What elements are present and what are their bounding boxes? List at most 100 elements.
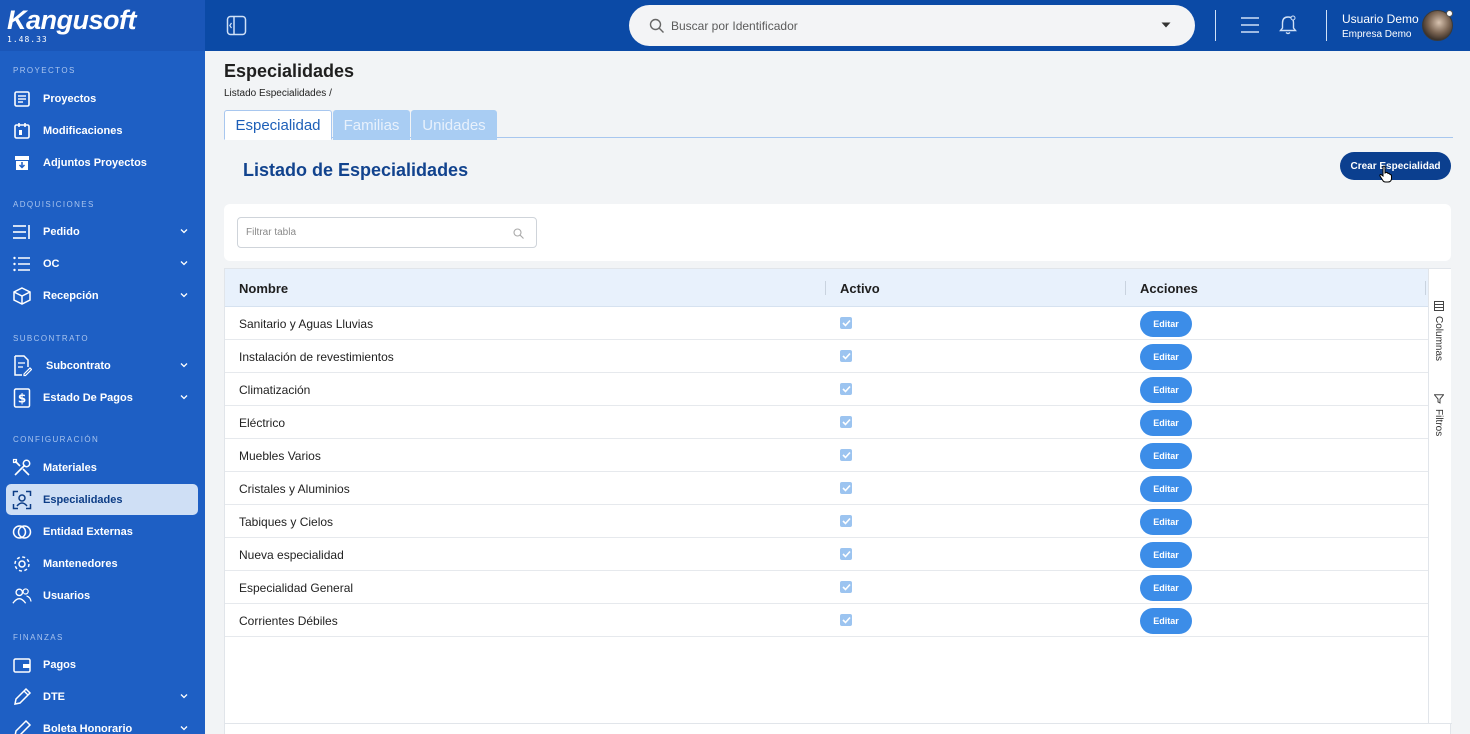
create-especialidad-button[interactable]: Crear Especialidad (1340, 152, 1451, 180)
active-checkbox[interactable] (840, 515, 852, 527)
edit-button[interactable]: Editar (1140, 542, 1192, 568)
sidebar-item-boleta-honorario[interactable]: Boleta Honorario (6, 713, 198, 734)
edit-button[interactable]: Editar (1140, 344, 1192, 370)
sidebar-toggle-icon[interactable] (226, 15, 247, 41)
sidebar-item-label: Estado De Pagos (43, 391, 133, 404)
filters-label: Filtros (1433, 409, 1444, 437)
column-header-acciones[interactable]: Acciones (1140, 281, 1198, 296)
sidebar-item-label: Adjuntos Proyectos (43, 156, 147, 169)
sidebar-item-subcontrato[interactable]: Subcontrato (6, 350, 198, 381)
active-checkbox[interactable] (840, 614, 852, 626)
sidebar-item-mantenedores[interactable]: Mantenedores (6, 548, 198, 579)
check-icon (841, 451, 851, 459)
sidebar-item-dte[interactable]: DTE (6, 681, 198, 712)
box-icon (12, 286, 32, 306)
cell-nombre: Especialidad General (239, 581, 354, 595)
sidebar-item-entidad-externas[interactable]: Entidad Externas (6, 516, 198, 547)
breadcrumb[interactable]: Listado Especialidades / (224, 88, 332, 99)
list-title: Listado de Especialidades (243, 160, 469, 180)
tab-especialidad[interactable]: Especialidad (224, 110, 332, 140)
edit-button[interactable]: Editar (1140, 311, 1192, 337)
columns-label: Columnas (1433, 316, 1444, 362)
table-row: Corrientes Débiles Editar (225, 604, 1428, 637)
sidebar-item-especialidades[interactable]: Especialidades (6, 484, 198, 515)
active-checkbox[interactable] (840, 482, 852, 494)
edit-button[interactable]: Editar (1140, 476, 1192, 502)
column-separator[interactable] (1425, 281, 1426, 295)
sidebar-item-label: Mantenedores (43, 557, 118, 570)
sidebar-item-materiales[interactable]: Materiales (6, 452, 198, 483)
check-icon (841, 385, 851, 393)
cell-nombre: Sanitario y Aguas Lluvias (239, 317, 374, 331)
sidebar-item-label: Subcontrato (46, 359, 111, 372)
sidebar-item-modificaciones[interactable]: Modificaciones (6, 115, 198, 146)
sidebar-item-estado-de-pagos[interactable]: $ Estado De Pagos (6, 382, 198, 413)
column-separator[interactable] (825, 281, 826, 295)
section-title-adquisiciones: ADQUISICIONES (13, 200, 95, 209)
pencil-icon (12, 687, 32, 707)
cell-nombre: Nueva especialidad (239, 548, 344, 562)
section-title-finanzas: FINANZAS (13, 633, 64, 642)
cell-nombre: Muebles Varios (239, 449, 321, 463)
sidebar-item-pedido[interactable]: Pedido (6, 216, 198, 247)
search-input[interactable]: Buscar por Identificador (629, 5, 1195, 46)
edit-button[interactable]: Editar (1140, 608, 1192, 634)
sidebar-item-adjuntos-proyectos[interactable]: Adjuntos Proyectos (6, 147, 198, 178)
archive-download-icon (12, 153, 32, 173)
active-checkbox[interactable] (840, 416, 852, 428)
column-separator[interactable] (1125, 281, 1126, 295)
sidebar-item-label: Recepción (43, 289, 99, 302)
sidebar-item-label: DTE (43, 690, 65, 703)
sidebar-item-usuarios[interactable]: Usuarios (6, 580, 198, 611)
cell-nombre: Cristales y Aluminios (239, 482, 350, 496)
section-title-proyectos: PROYECTOS (13, 66, 76, 75)
active-checkbox[interactable] (840, 581, 852, 593)
column-header-activo[interactable]: Activo (840, 281, 880, 296)
caret-down-icon[interactable] (1161, 22, 1171, 29)
active-checkbox[interactable] (840, 548, 852, 560)
filters-tool[interactable]: Filtros (1433, 394, 1444, 436)
check-icon (841, 319, 851, 327)
calendar-edit-icon (12, 121, 32, 141)
sidebar-item-proyectos[interactable]: Proyectos (6, 83, 198, 114)
bell-icon[interactable] (1279, 15, 1297, 40)
sidebar-item-recepcion[interactable]: Recepción (6, 280, 198, 311)
edit-button[interactable]: Editar (1140, 377, 1192, 403)
table-row: Tabiques y Cielos Editar (225, 505, 1428, 538)
filter-placeholder: Filtrar tabla (246, 227, 297, 238)
table-header: Nombre Activo Acciones (225, 269, 1428, 307)
active-checkbox[interactable] (840, 350, 852, 362)
sidebar-item-label: Proyectos (43, 92, 97, 105)
grid-side-panel: Columnas Filtros (1428, 269, 1451, 723)
active-checkbox[interactable] (840, 317, 852, 329)
table-row: Instalación de revestimientos Editar (225, 340, 1428, 373)
edit-button[interactable]: Editar (1140, 410, 1192, 436)
edit-button[interactable]: Editar (1140, 443, 1192, 469)
chevron-down-icon (180, 694, 188, 699)
brand[interactable]: Kangusoft 1.48.33 (0, 0, 205, 51)
columns-tool[interactable]: Columnas (1433, 301, 1444, 361)
check-icon (841, 484, 851, 492)
app-version: 1.48.33 (7, 35, 48, 44)
filter-table-input[interactable]: Filtrar tabla (237, 217, 537, 248)
edit-button[interactable]: Editar (1140, 509, 1192, 535)
pencil-icon (12, 719, 32, 734)
edit-button[interactable]: Editar (1140, 575, 1192, 601)
sidebar-item-oc[interactable]: OC (6, 248, 198, 279)
column-header-nombre[interactable]: Nombre (239, 281, 288, 296)
section-title-subcontrato: SUBCONTRATO (13, 334, 89, 343)
user-name[interactable]: Usuario Demo (1342, 12, 1419, 26)
grid-footer-border (225, 723, 1452, 724)
sidebar-item-pagos[interactable]: Pagos (6, 649, 198, 680)
filter-icon (1433, 394, 1444, 404)
check-icon (841, 352, 851, 360)
tab-familias[interactable]: Familias (333, 110, 410, 140)
page-title: Especialidades (224, 61, 355, 81)
filter-card: Filtrar tabla (224, 204, 1451, 261)
active-checkbox[interactable] (840, 449, 852, 461)
sidebar-item-label: Usuarios (43, 589, 91, 602)
columns-icon (1433, 301, 1444, 311)
menu-icon[interactable] (1241, 16, 1259, 39)
active-checkbox[interactable] (840, 383, 852, 395)
tab-unidades[interactable]: Unidades (411, 110, 497, 140)
